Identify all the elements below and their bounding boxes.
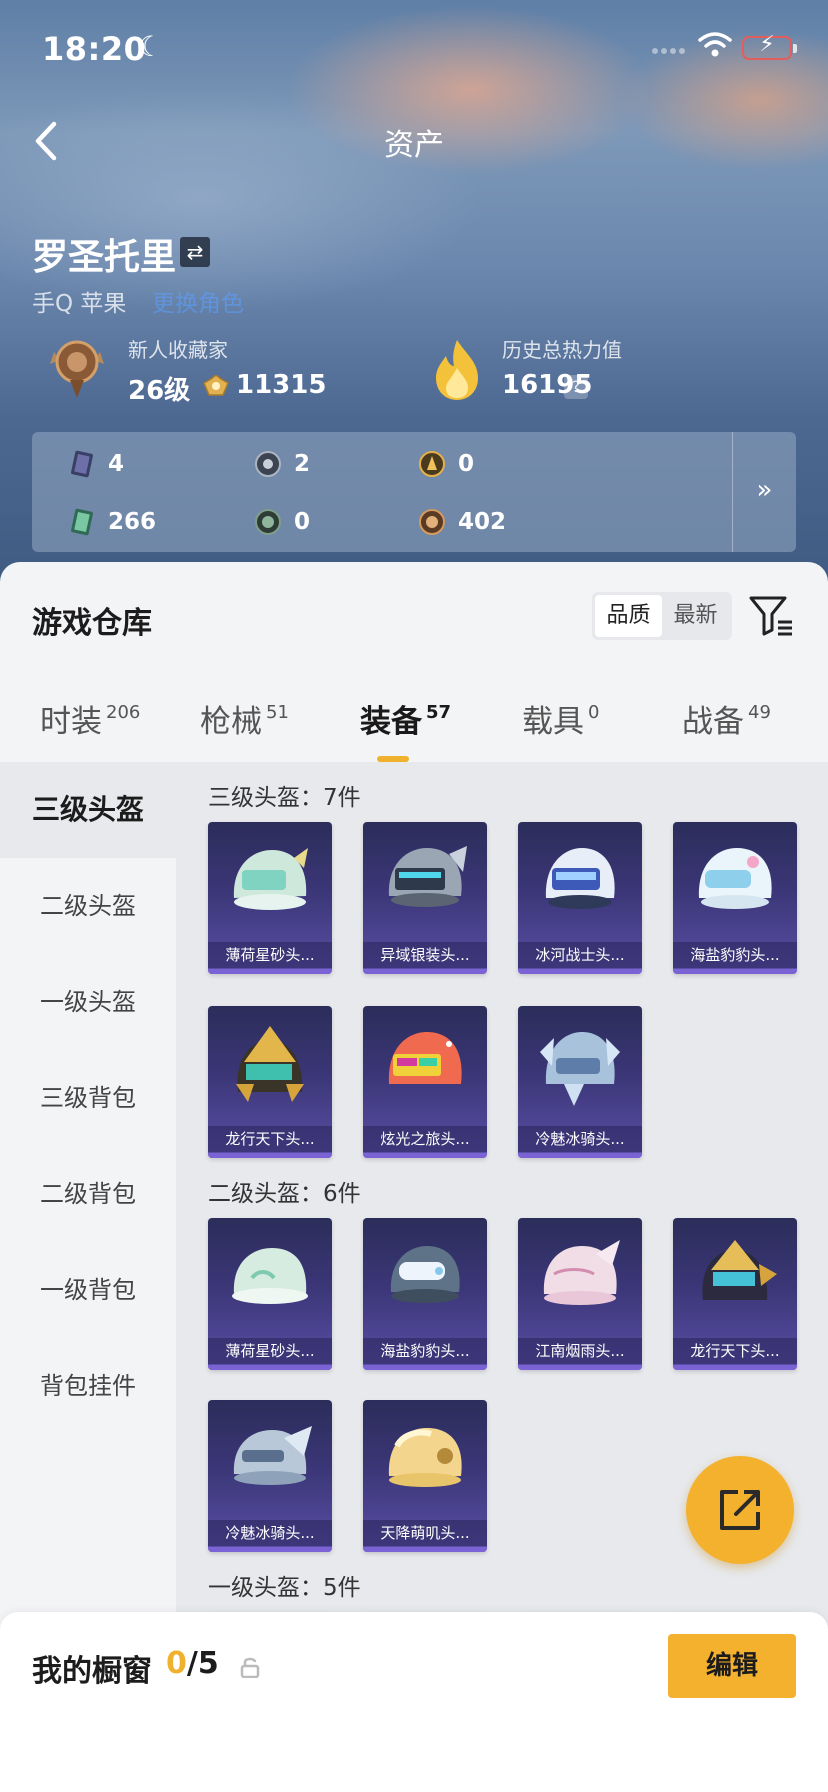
currency-item: 266 — [68, 508, 156, 536]
help-icon[interactable]: ? — [564, 375, 588, 399]
player-name: 罗圣托里 — [32, 237, 177, 278]
tab-equipment[interactable]: 装备 57 — [360, 696, 451, 741]
currency-item: 0 — [418, 450, 474, 478]
purple-card-icon — [71, 450, 93, 478]
showcase-bar: 我的橱窗 0/5 编辑 — [0, 1612, 828, 1792]
item-card[interactable]: 冷魅冰骑头... — [208, 1400, 332, 1552]
page-title: 资产 — [384, 128, 444, 163]
tab-vehicles[interactable]: 载具 0 — [522, 696, 599, 741]
warehouse-sheet: 游戏仓库 品质 最新 时装 206 枪械 51 装备 57 载具 0 战备 49 三级头盔… — [0, 562, 828, 1792]
warehouse-title: 游戏仓库 — [32, 606, 152, 641]
share-icon — [720, 1490, 760, 1530]
section-title: 一级头盔：5件 — [208, 1575, 361, 1601]
collector-title: 新人收藏家 — [128, 338, 228, 362]
currency-item: 2 — [254, 450, 310, 478]
item-card[interactable]: 龙行天下头... — [208, 1006, 332, 1158]
sidebar-item-backpack-charm[interactable]: 背包挂件 — [0, 1338, 176, 1434]
glacier-helmet-icon — [545, 848, 615, 909]
mint-helmet-icon — [233, 848, 308, 910]
item-card[interactable]: 异域银装头... — [363, 822, 487, 974]
item-card[interactable]: 海盐豹豹头... — [363, 1218, 487, 1370]
edit-button[interactable]: 编辑 — [668, 1634, 796, 1698]
lock-icon — [240, 1657, 260, 1678]
sidebar-item-level1-helmet[interactable]: 一级头盔 — [0, 954, 176, 1050]
category-tabs: 时装 206 枪械 51 装备 57 载具 0 战备 49 — [0, 672, 828, 768]
item-card[interactable]: 龙行天下头... — [673, 1218, 797, 1370]
showcase-title: 我的橱窗 — [32, 1654, 152, 1689]
section-title: 二级头盔：6件 — [208, 1181, 361, 1207]
sidebar-item-level3-backpack[interactable]: 三级背包 — [0, 1050, 176, 1146]
currency-item: 0 — [254, 508, 310, 536]
silver-badge-icon — [255, 451, 281, 477]
change-role-link[interactable]: 更换角色 — [152, 284, 244, 318]
item-card[interactable]: 炫光之旅头... — [363, 1006, 487, 1158]
jiangnan-helmet-icon — [543, 1240, 620, 1305]
share-button[interactable] — [686, 1456, 794, 1564]
tab-weapons[interactable]: 枪械 51 — [200, 696, 289, 741]
neon-helmet-icon — [388, 1032, 462, 1084]
status-time: 18:20 — [42, 30, 147, 68]
section-title: 三级头盔：7件 — [208, 785, 361, 811]
battery-icon: ⚡ — [742, 32, 797, 60]
item-card[interactable]: 薄荷星砂头... — [208, 1218, 332, 1370]
flame-icon — [436, 340, 478, 400]
green-card-icon — [71, 508, 93, 536]
currency-panel: 4 2 0 266 0 402 » — [32, 432, 796, 552]
item-card[interactable]: 薄荷星砂头... — [208, 822, 332, 974]
dragon-helmet-icon — [702, 1240, 777, 1300]
heat-label: 历史总热力值 — [502, 338, 622, 362]
sidebar-item-level1-backpack[interactable]: 一级背包 — [0, 1242, 176, 1338]
seal-helmet-icon — [390, 1246, 460, 1303]
cute-helmet-icon — [388, 1428, 462, 1487]
sort-quality-button[interactable]: 品质 — [595, 595, 662, 637]
item-card[interactable]: 冷魅冰骑头... — [518, 1006, 642, 1158]
currency-item: 4 — [68, 450, 124, 478]
nav-bar: 资产 — [0, 96, 828, 184]
silver-helmet-icon — [388, 846, 467, 907]
item-card[interactable]: 冰河战士头... — [518, 822, 642, 974]
sort-toggle: 品质 最新 — [592, 592, 732, 640]
mint-helmet-icon — [232, 1248, 308, 1304]
showcase-count: 0/5 — [166, 1646, 219, 1681]
green-coin-icon — [255, 509, 281, 535]
gold-badge-icon — [419, 451, 445, 477]
frost-helmet-icon — [233, 1426, 312, 1485]
signal-icon — [652, 48, 692, 56]
currency-item: 402 — [418, 508, 506, 536]
filter-icon[interactable] — [748, 594, 794, 638]
collector-points-icon — [203, 375, 229, 396]
wifi-icon — [698, 32, 732, 57]
seal-helmet-icon — [698, 848, 772, 909]
status-bar: 18:20 ☾ ⚡ — [0, 0, 828, 96]
tab-battle-gear[interactable]: 战备 49 — [682, 696, 771, 741]
moon-icon: ☾ — [138, 30, 164, 63]
switch-account-icon[interactable]: ⇄ — [180, 237, 210, 267]
frost-helmet-icon — [540, 1032, 620, 1106]
sort-newest-button[interactable]: 最新 — [662, 595, 729, 637]
collector-level: 26级 — [128, 376, 191, 406]
player-platform: 手Q 苹果 — [32, 291, 127, 317]
item-card[interactable]: 天降萌叽头... — [363, 1400, 487, 1552]
dragon-helmet-icon — [236, 1026, 304, 1102]
currency-more-button[interactable]: » — [732, 432, 796, 552]
item-card[interactable]: 江南烟雨头... — [518, 1218, 642, 1370]
collector-points: 11315 — [236, 370, 327, 400]
tab-fashion[interactable]: 时装 206 — [40, 696, 140, 741]
bronze-coin-icon — [419, 509, 445, 535]
collector-rank-icon — [50, 340, 104, 398]
sidebar-item-level2-helmet[interactable]: 二级头盔 — [0, 858, 176, 954]
sidebar-item-level2-backpack[interactable]: 二级背包 — [0, 1146, 176, 1242]
item-card[interactable]: 海盐豹豹头... — [673, 822, 797, 974]
sidebar-item-level3-helmet[interactable]: 三级头盔 — [0, 762, 176, 858]
